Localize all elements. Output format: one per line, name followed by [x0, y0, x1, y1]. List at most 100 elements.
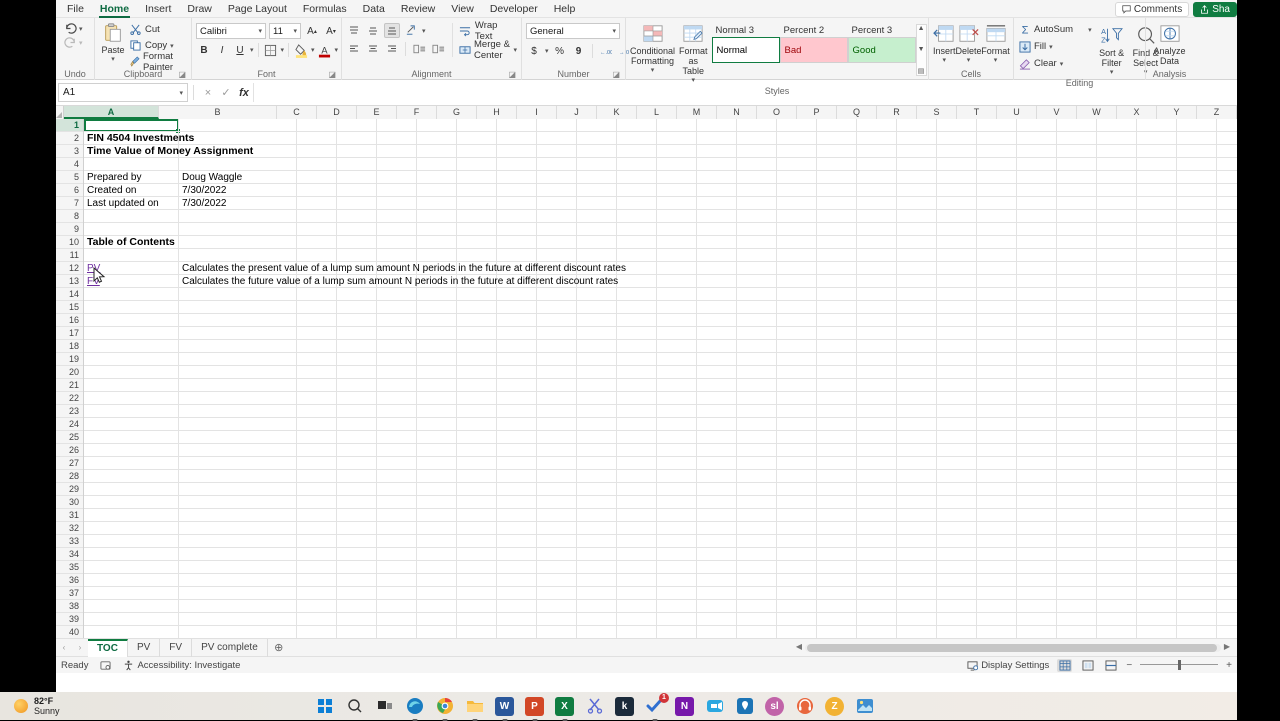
name-box-chevron-down-icon[interactable]: ▾ [179, 89, 183, 97]
powerpoint-icon[interactable]: P [525, 696, 544, 716]
clear-button[interactable]: Clear ▾ [1018, 56, 1092, 71]
column-header-O[interactable]: O [757, 106, 797, 119]
word-icon[interactable]: W [495, 696, 514, 716]
align-top-button[interactable] [346, 23, 362, 38]
cell-A10[interactable]: Table of Contents [84, 236, 175, 249]
increase-font-size-button[interactable]: A ▴ [304, 23, 320, 39]
cell-A6[interactable]: Created on [84, 184, 136, 197]
format-cells-chevron-down-icon[interactable]: ▾ [994, 56, 998, 66]
redo-chevron-down-icon[interactable]: ▾ [79, 39, 83, 47]
column-header-U[interactable]: U [997, 106, 1037, 119]
analyze-data-button[interactable]: Analyze Data [1150, 21, 1189, 66]
clear-chevron-down-icon[interactable]: ▾ [1060, 60, 1064, 68]
row-header-13[interactable]: 13 [56, 275, 83, 288]
photos-icon[interactable] [855, 697, 874, 716]
name-box[interactable]: A1 ▾ [58, 83, 188, 102]
scroll-right-icon[interactable]: ▶ [1221, 642, 1233, 651]
styles-gallery-scroll[interactable]: ▲ ▼ ▤ [915, 24, 927, 76]
sort-filter-button[interactable]: AZ Sort & Filter ▾ [1096, 23, 1128, 78]
borders-button[interactable] [263, 42, 279, 58]
number-format-combobox[interactable]: General ▾ [526, 23, 620, 39]
kindle-icon[interactable]: k [615, 696, 634, 716]
normal-view-button[interactable] [1057, 658, 1073, 672]
column-header-C[interactable]: C [277, 106, 317, 119]
font-color-chevron-down-icon[interactable]: ▾ [335, 46, 339, 54]
row-header-20[interactable]: 20 [56, 366, 83, 379]
styles-scroll-up-icon[interactable]: ▲ [918, 25, 925, 32]
align-middle-button[interactable] [365, 23, 381, 38]
column-header-E[interactable]: E [357, 106, 397, 119]
confirm-edit-icon[interactable]: ✓ [217, 84, 235, 102]
start-button[interactable] [315, 697, 334, 716]
cell-B12[interactable]: Calculates the present value of a lump s… [179, 262, 626, 275]
ribbon-tab-insert[interactable]: Insert [137, 0, 179, 18]
column-header-A[interactable]: A [64, 106, 159, 119]
font-size-chevron-down-icon[interactable]: ▾ [293, 27, 297, 35]
search-button[interactable] [345, 697, 364, 716]
delete-cells-button[interactable]: Delete ▾ [956, 21, 982, 66]
cut-button[interactable]: Cut [129, 22, 187, 37]
display-settings-button[interactable]: Display Settings [967, 660, 1049, 671]
insert-function-icon[interactable]: fx [235, 84, 253, 102]
ribbon-tab-page-layout[interactable]: Page Layout [220, 0, 295, 18]
fill-color-chevron-down-icon[interactable]: ▾ [311, 46, 315, 54]
column-header-Z[interactable]: Z [1197, 106, 1237, 119]
row-header-33[interactable]: 33 [56, 535, 83, 548]
scroll-left-icon[interactable]: ◀ [793, 642, 805, 651]
increase-decimal-button[interactable]: ←.00 [598, 43, 614, 59]
headset-icon[interactable] [795, 697, 814, 716]
currency-chevron-down-icon[interactable]: ▾ [545, 47, 549, 55]
grid-cells[interactable]: FIN 4504 Investments Time Value of Money … [84, 119, 1237, 638]
cell-style-sample[interactable]: Normal [711, 37, 780, 63]
row-header-21[interactable]: 21 [56, 379, 83, 392]
column-header-M[interactable]: M [677, 106, 717, 119]
row-header-39[interactable]: 39 [56, 613, 83, 626]
column-header-G[interactable]: G [437, 106, 477, 119]
merge-center-button[interactable]: Merge & Center ▾ [459, 39, 517, 61]
row-header-22[interactable]: 22 [56, 392, 83, 405]
font-size-combobox[interactable]: 11 ▾ [269, 23, 301, 39]
row-header-26[interactable]: 26 [56, 444, 83, 457]
row-header-36[interactable]: 36 [56, 574, 83, 587]
conditional-formatting-chevron-down-icon[interactable]: ▾ [651, 66, 655, 76]
zoom-icon[interactable]: Z [825, 696, 844, 716]
edge-icon[interactable] [405, 697, 424, 716]
slack-icon[interactable]: sl [765, 696, 784, 716]
column-header-S[interactable]: S [917, 106, 957, 119]
excel-icon[interactable]: X [555, 696, 574, 716]
font-dialog-launcher-icon[interactable]: ◪ [328, 69, 336, 80]
maps-icon[interactable] [735, 697, 754, 716]
column-header-V[interactable]: V [1037, 106, 1077, 119]
cell-A3[interactable]: Time Value of Money Assignment [84, 145, 253, 158]
autosum-button[interactable]: Σ AutoSum ▾ [1018, 22, 1092, 37]
ribbon-tab-draw[interactable]: Draw [179, 0, 220, 18]
row-header-27[interactable]: 27 [56, 457, 83, 470]
undo-button[interactable]: ▾ [64, 22, 83, 35]
sheet-tab-fv[interactable]: FV [160, 638, 193, 657]
next-sheet-button[interactable]: › [72, 643, 88, 652]
fill-color-button[interactable] [293, 42, 309, 58]
align-bottom-button[interactable] [384, 23, 400, 38]
column-header-W[interactable]: W [1077, 106, 1117, 119]
file-explorer-icon[interactable] [465, 697, 484, 716]
comments-button[interactable]: Comments [1114, 1, 1190, 17]
row-header-6[interactable]: 6 [56, 184, 83, 197]
add-sheet-button[interactable]: ⊕ [268, 641, 290, 654]
column-header-Y[interactable]: Y [1157, 106, 1197, 119]
column-header-B[interactable]: B [159, 106, 277, 119]
align-right-button[interactable] [384, 41, 400, 56]
ribbon-tab-file[interactable]: File [59, 0, 92, 18]
cell-A5[interactable]: Prepared by [84, 171, 141, 184]
row-header-24[interactable]: 24 [56, 418, 83, 431]
column-header-F[interactable]: F [397, 106, 437, 119]
row-header-15[interactable]: 15 [56, 301, 83, 314]
row-header-16[interactable]: 16 [56, 314, 83, 327]
row-header-4[interactable]: 4 [56, 158, 83, 171]
column-header-I[interactable]: I [517, 106, 557, 119]
row-header-34[interactable]: 34 [56, 548, 83, 561]
page-layout-view-button[interactable] [1080, 659, 1095, 672]
teams-icon[interactable] [705, 697, 724, 716]
sheet-tab-pv-complete[interactable]: PV complete [192, 638, 268, 657]
font-color-button[interactable]: A [317, 42, 333, 58]
decrease-font-size-button[interactable]: A ▾ [323, 23, 339, 39]
